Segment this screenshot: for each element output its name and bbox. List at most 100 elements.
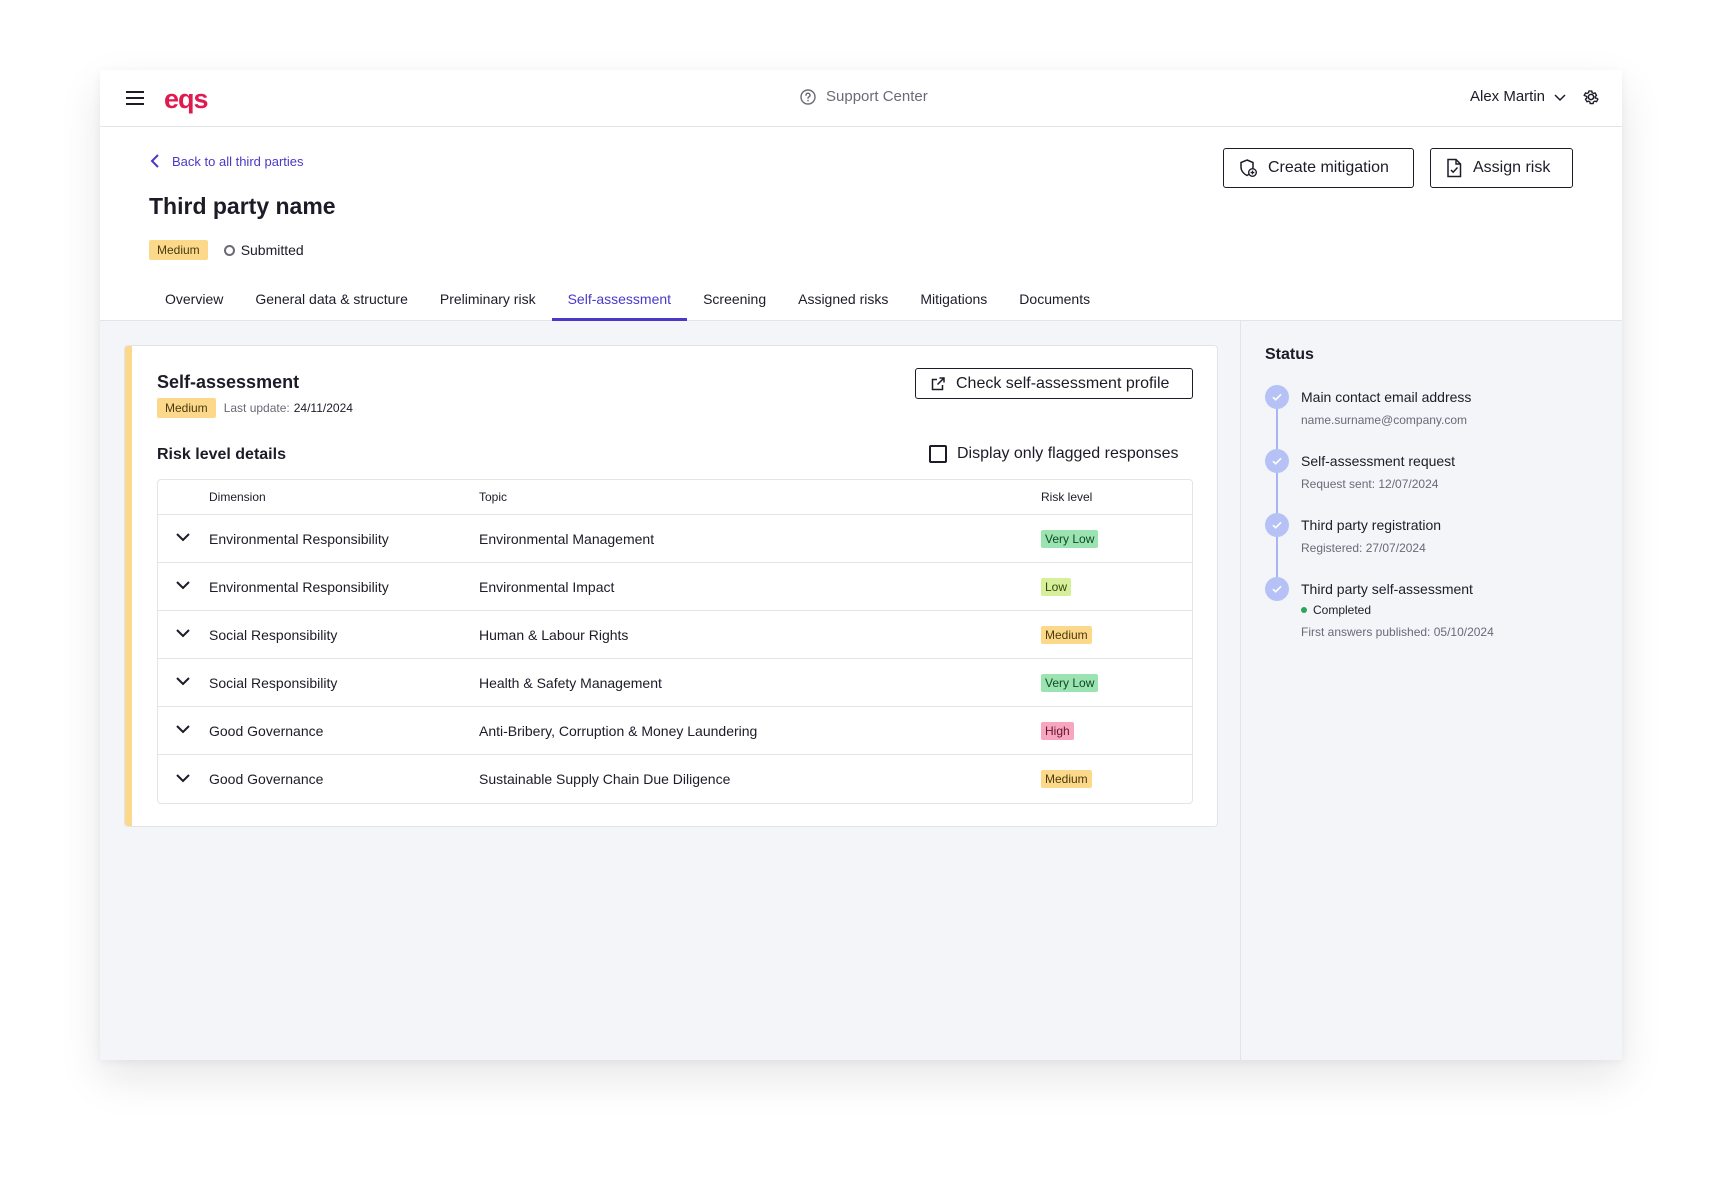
status-title: Status — [1265, 346, 1314, 363]
chevron-down-icon[interactable] — [175, 721, 191, 737]
row-topic: Environmental Impact — [479, 578, 615, 595]
row-dimension: Environmental Responsibility — [209, 578, 389, 595]
table-row[interactable]: Good Governance Anti-Bribery, Corruption… — [158, 707, 1192, 755]
self-assessment-card: Self-assessment Medium Last update: 24/1… — [124, 345, 1218, 827]
card-title: Self-assessment — [157, 372, 300, 392]
risk-pill: Medium — [1041, 625, 1092, 644]
step-label: Third party self-assessment — [1301, 581, 1473, 597]
step-label: Main contact email address — [1301, 389, 1472, 405]
check-icon — [1265, 577, 1289, 601]
col-risk-level: Risk level — [1041, 490, 1093, 504]
support-center-label: Support Center — [826, 88, 928, 105]
risk-details-title: Risk level details — [157, 446, 286, 463]
tab-bar: Overview General data & structure Prelim… — [149, 277, 1106, 321]
table-row[interactable]: Environmental Responsibility Environment… — [158, 563, 1192, 611]
menu-icon[interactable] — [126, 90, 144, 106]
risk-pill: Very Low — [1041, 529, 1099, 548]
app-window: eqs Support Center Alex Martin Back to a… — [100, 70, 1622, 1060]
status-indicator: Submitted — [223, 242, 304, 258]
assign-risk-button[interactable]: Assign risk — [1430, 148, 1573, 188]
step-sub: Registered: 27/07/2024 — [1301, 541, 1426, 555]
step-state-label: Completed — [1313, 603, 1372, 617]
tab-screening[interactable]: Screening — [687, 277, 782, 321]
status-ring-icon — [223, 244, 235, 256]
risk-pill: Low — [1041, 577, 1072, 596]
shield-plus-icon — [1240, 159, 1257, 177]
header-badges: Medium Submitted — [149, 240, 304, 260]
risk-badge: Medium — [149, 240, 208, 260]
tab-assigned-risks[interactable]: Assigned risks — [782, 277, 904, 321]
tab-general-data[interactable]: General data & structure — [239, 277, 424, 321]
step-sub: First answers published: 05/10/2024 — [1301, 625, 1494, 639]
completed-dot-icon — [1301, 607, 1307, 613]
row-topic: Environmental Management — [479, 530, 655, 547]
last-update-label: Last update: — [223, 401, 290, 415]
back-link-label: Back to all third parties — [172, 153, 304, 169]
status-label: Submitted — [240, 242, 304, 258]
help-circle-icon — [800, 88, 816, 105]
status-panel: Status Main contact email address name.s… — [1240, 321, 1622, 1060]
col-dimension: Dimension — [209, 490, 266, 504]
check-profile-button[interactable]: Check self-assessment profile — [915, 368, 1193, 399]
flagged-label: Display only flagged responses — [957, 445, 1179, 462]
document-check-icon — [1447, 158, 1462, 178]
timeline-line — [1276, 397, 1278, 590]
table-row[interactable]: Good Governance Sustainable Supply Chain… — [158, 755, 1192, 803]
row-dimension: Environmental Responsibility — [209, 530, 389, 547]
row-topic: Anti-Bribery, Corruption & Money Launder… — [479, 722, 758, 739]
table-header: Dimension Topic Risk level — [158, 480, 1192, 515]
page-header: Back to all third parties Third party na… — [100, 127, 1622, 321]
col-topic: Topic — [479, 490, 508, 504]
row-dimension: Good Governance — [209, 722, 324, 739]
user-menu[interactable]: Alex Martin — [1470, 88, 1567, 105]
check-icon — [1265, 385, 1289, 409]
support-center-link[interactable]: Support Center — [800, 88, 928, 105]
table-row[interactable]: Environmental Responsibility Environment… — [158, 515, 1192, 563]
chevron-left-icon — [150, 154, 159, 168]
settings-button[interactable] — [1582, 88, 1600, 111]
create-mitigation-label: Create mitigation — [1268, 159, 1389, 176]
step-label: Self-assessment request — [1301, 453, 1456, 469]
row-dimension: Social Responsibility — [209, 626, 338, 643]
back-link[interactable]: Back to all third parties — [150, 153, 304, 169]
tab-overview[interactable]: Overview — [149, 277, 239, 321]
step-state: Completed — [1301, 603, 1371, 617]
row-dimension: Good Governance — [209, 771, 324, 787]
row-topic: Sustainable Supply Chain Due Diligence — [479, 771, 731, 787]
last-update-date: 24/11/2024 — [293, 401, 353, 415]
assign-risk-label: Assign risk — [1473, 159, 1551, 176]
flagged-checkbox[interactable] — [929, 445, 947, 463]
risk-table: Dimension Topic Risk level Environmental… — [157, 479, 1193, 804]
tab-preliminary-risk[interactable]: Preliminary risk — [424, 277, 552, 321]
risk-pill: Very Low — [1041, 673, 1099, 692]
check-icon — [1265, 513, 1289, 537]
step-label: Third party registration — [1301, 517, 1442, 533]
page-title: Third party name — [149, 193, 336, 219]
row-topic: Health & Safety Management — [479, 674, 662, 691]
table-row[interactable]: Social Responsibility Health & Safety Ma… — [158, 659, 1192, 707]
tab-self-assessment[interactable]: Self-assessment — [551, 277, 688, 321]
check-icon — [1265, 449, 1289, 473]
chevron-down-icon[interactable] — [175, 529, 191, 545]
check-profile-label: Check self-assessment profile — [956, 374, 1170, 392]
gear-icon — [1583, 90, 1599, 105]
top-bar: eqs Support Center Alex Martin — [100, 70, 1622, 127]
flagged-filter[interactable]: Display only flagged responses — [929, 445, 1178, 463]
card-meta: Medium Last update: 24/11/2024 — [157, 398, 353, 418]
chevron-down-icon[interactable] — [175, 577, 191, 593]
create-mitigation-button[interactable]: Create mitigation — [1223, 148, 1414, 188]
main-content: Self-assessment Medium Last update: 24/1… — [100, 321, 1240, 1060]
table-row[interactable]: Social Responsibility Human & Labour Rig… — [158, 611, 1192, 659]
chevron-down-icon[interactable] — [175, 673, 191, 689]
chevron-down-icon[interactable] — [175, 770, 191, 786]
risk-pill: High — [1041, 721, 1074, 740]
card-accent-bar — [125, 346, 132, 826]
tab-mitigations[interactable]: Mitigations — [904, 277, 1003, 321]
user-name: Alex Martin — [1470, 88, 1546, 105]
eqs-logo[interactable]: eqs — [164, 84, 209, 115]
risk-pill: Medium — [1041, 770, 1092, 788]
step-sub: Request sent: 12/07/2024 — [1301, 477, 1439, 491]
tab-documents[interactable]: Documents — [1003, 277, 1106, 321]
card-risk-badge: Medium — [157, 398, 216, 418]
chevron-down-icon[interactable] — [175, 625, 191, 641]
